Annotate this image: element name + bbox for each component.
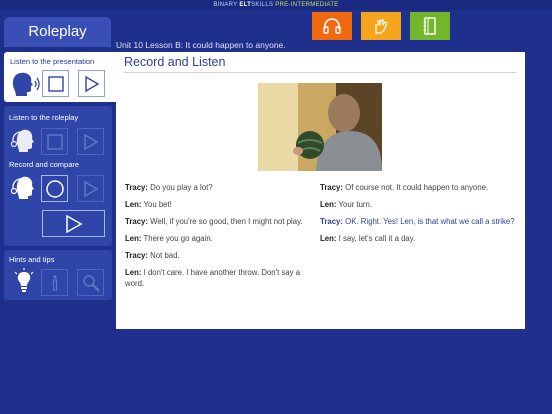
dialog-text: Well, if you're so good, then I might no… bbox=[150, 217, 303, 226]
title-divider bbox=[124, 72, 516, 73]
compare-play-button[interactable] bbox=[42, 210, 105, 237]
presentation-play-button[interactable] bbox=[78, 70, 105, 97]
stop-icon bbox=[46, 133, 63, 150]
dialog-column-right: Tracy: Of course not. It could happen to… bbox=[320, 182, 516, 250]
headphones-icon bbox=[323, 18, 341, 34]
content-panel: Record and Listen Tracy: Do you play a l… bbox=[116, 52, 525, 329]
dialog-line: Tracy: Of course not. It could happen to… bbox=[320, 182, 516, 193]
speaker-name: Tracy: bbox=[320, 217, 343, 226]
lesson-title: Unit 10 Lesson B: It could happen to any… bbox=[116, 40, 286, 50]
roleplay-play-button[interactable] bbox=[77, 128, 104, 155]
dialog-line: Len: I don't care. I have another throw.… bbox=[125, 267, 321, 289]
record-icon bbox=[45, 179, 64, 198]
play-icon bbox=[84, 75, 99, 92]
hints-label: Hints and tips bbox=[9, 255, 55, 264]
speaker-name: Len: bbox=[125, 268, 142, 277]
headphones-head-icon bbox=[10, 129, 34, 152]
record-label: Record and compare bbox=[9, 160, 80, 169]
speaker-name: Len: bbox=[125, 234, 142, 243]
record-play-button[interactable] bbox=[77, 175, 104, 202]
speaking-head-icon bbox=[10, 176, 34, 199]
search-button[interactable] bbox=[77, 269, 104, 296]
info-icon bbox=[52, 274, 57, 291]
dialog-line-highlighted: Tracy: OK. Right. Yes! Len, is that what… bbox=[320, 216, 516, 227]
dialog-line: Len: You bet! bbox=[125, 199, 321, 210]
presentation-stop-button[interactable] bbox=[42, 70, 69, 97]
presentation-label: Listen to the presentation bbox=[10, 57, 95, 66]
brand-elt: ELT bbox=[239, 2, 252, 8]
dialog-text: You bet! bbox=[143, 200, 172, 209]
roleplay-label: Listen to the roleplay bbox=[9, 113, 79, 122]
brand-prefix: BINARY bbox=[213, 2, 238, 8]
hand-button[interactable] bbox=[361, 12, 401, 40]
dialog-text: I don't care. I have another throw. Don'… bbox=[125, 268, 301, 288]
stop-icon bbox=[47, 75, 64, 92]
roleplay-panel: Listen to the roleplay Record and compar… bbox=[4, 106, 112, 246]
dialog-line: Tracy: Do you play a lot? bbox=[125, 182, 321, 193]
brand-suffix: SKILLS bbox=[251, 2, 274, 8]
speaker-name: Len: bbox=[125, 200, 142, 209]
speaker-name: Len: bbox=[320, 200, 337, 209]
dialog-text: Your turn. bbox=[338, 200, 373, 209]
speaker-name: Tracy: bbox=[125, 183, 148, 192]
magnifier-icon bbox=[82, 274, 100, 292]
info-button[interactable] bbox=[41, 269, 68, 296]
speaker-name: Tracy: bbox=[125, 217, 148, 226]
level-label: PRE-INTERMEDIATE bbox=[275, 2, 339, 8]
roleplay-stop-button[interactable] bbox=[41, 128, 68, 155]
video-player[interactable] bbox=[258, 83, 382, 171]
record-button[interactable] bbox=[41, 175, 68, 202]
hints-panel: Hints and tips bbox=[4, 250, 112, 300]
video-frame bbox=[258, 83, 382, 171]
notebook-button[interactable] bbox=[410, 12, 450, 40]
dialog-line: Len: Your turn. bbox=[320, 199, 516, 210]
dialog-line: Tracy: Not bad. bbox=[125, 250, 321, 261]
dialog-text: Not bad. bbox=[150, 251, 180, 260]
presentation-panel: Listen to the presentation bbox=[4, 52, 116, 102]
speaker-name: Tracy: bbox=[125, 251, 148, 260]
headphones-button[interactable] bbox=[312, 12, 352, 40]
speaker-head-icon bbox=[12, 72, 40, 96]
section-title: Record and Listen bbox=[124, 55, 226, 69]
app-header: BINARY ELTSKILLS PRE-INTERMEDIATE bbox=[0, 0, 552, 10]
dialog-line: Len: I say, let's call it a day. bbox=[320, 233, 516, 244]
play-icon bbox=[83, 133, 98, 150]
notebook-icon bbox=[423, 17, 436, 35]
speaker-name: Tracy: bbox=[320, 183, 343, 192]
play-icon bbox=[65, 214, 83, 233]
dialog-text: There you go again. bbox=[143, 234, 213, 243]
dialog-line: Len: There you go again. bbox=[125, 233, 321, 244]
roleplay-title: Roleplay bbox=[4, 17, 111, 47]
dialog-text: I say, let's call it a day. bbox=[338, 234, 416, 243]
dialog-text: Do you play a lot? bbox=[150, 183, 213, 192]
dialog-line: Tracy: Well, if you're so good, then I m… bbox=[125, 216, 321, 227]
hand-icon bbox=[375, 19, 388, 34]
dialog-column-left: Tracy: Do you play a lot? Len: You bet! … bbox=[125, 182, 321, 295]
lightbulb-icon bbox=[14, 268, 34, 292]
dialog-text: OK. Right. Yes! Len, is that what we cal… bbox=[345, 217, 515, 226]
dialog-text: Of course not. It could happen to anyone… bbox=[345, 183, 489, 192]
play-icon bbox=[83, 180, 98, 197]
speaker-name: Len: bbox=[320, 234, 337, 243]
